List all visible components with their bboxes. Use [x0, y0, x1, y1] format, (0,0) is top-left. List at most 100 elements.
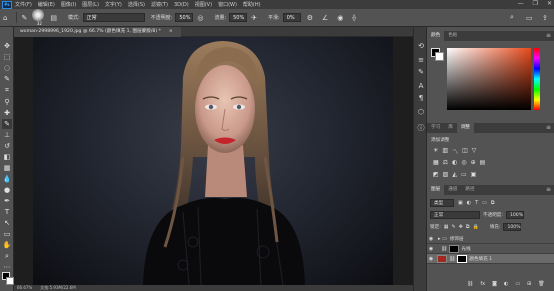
history-panel-icon[interactable]: ⟲ — [416, 41, 426, 51]
crop-tool-icon[interactable]: ⌗ — [2, 85, 12, 95]
flow-input[interactable]: 50% — [229, 13, 248, 22]
canvas-area[interactable] — [14, 37, 413, 285]
curves-icon[interactable]: 〽 — [452, 147, 458, 156]
brush-settings-icon[interactable]: ▤ — [50, 14, 57, 22]
marquee-tool-icon[interactable]: ⬚ — [2, 52, 12, 62]
visibility-eye-icon[interactable]: ◉ — [427, 256, 435, 262]
menu-layer[interactable]: 图层(L) — [82, 1, 99, 8]
airbrush-icon[interactable]: ✈ — [251, 14, 257, 22]
panel-menu-icon[interactable]: ≡ — [546, 185, 551, 195]
fill-input[interactable]: 100% — [503, 223, 522, 231]
new-group-icon[interactable]: ▭ — [515, 281, 520, 287]
hue-slider[interactable] — [534, 48, 540, 110]
mode-select[interactable]: 正常 — [82, 13, 145, 22]
brush-settings-panel-icon[interactable]: ✎ — [416, 67, 426, 77]
color-balance-icon[interactable]: ⚖ — [443, 159, 448, 166]
search-icon[interactable]: ⌕ — [510, 13, 514, 22]
tab-adjustments[interactable]: 调整 — [456, 123, 475, 133]
tab-channels[interactable]: 通道 — [444, 185, 461, 195]
minimize-button[interactable]: — — [518, 0, 524, 7]
brush-tool-icon[interactable]: ✎ — [2, 119, 12, 129]
pressure-opacity-icon[interactable]: ◎ — [197, 14, 203, 22]
close-document-icon[interactable]: × — [169, 27, 173, 37]
opacity-input[interactable]: 50% — [175, 13, 194, 22]
lock-transparent-icon[interactable]: ▦ — [444, 224, 449, 230]
panel-menu-icon[interactable]: ≡ — [546, 31, 551, 41]
history-brush-tool-icon[interactable]: ↺ — [2, 141, 12, 151]
blur-tool-icon[interactable]: 💧 — [2, 174, 12, 184]
invert-icon[interactable]: ◩ — [433, 171, 439, 178]
menu-3d[interactable]: 3D(D) — [174, 2, 189, 8]
menu-edit[interactable]: 编辑(E) — [38, 1, 55, 8]
lock-all-icon[interactable]: 🔒 — [472, 224, 478, 230]
filter-smart-icon[interactable]: ⧉ — [491, 200, 495, 206]
brush-tool-icon[interactable]: ✎ — [21, 14, 27, 22]
tab-paths[interactable]: 路径 — [461, 185, 478, 195]
lock-position-icon[interactable]: ✥ — [459, 224, 463, 230]
new-adjustment-icon[interactable]: ◐ — [504, 281, 508, 287]
document-tab[interactable]: woman-2998996_1920.jpg @ 66.7% (颜色填充 1, … — [14, 27, 181, 37]
color-picker-field[interactable] — [447, 48, 531, 110]
healing-tool-icon[interactable]: ✚ — [2, 108, 12, 118]
levels-icon[interactable]: ▥ — [442, 147, 448, 156]
menu-select[interactable]: 选择(S) — [128, 1, 145, 8]
tab-color[interactable]: 颜色 — [427, 31, 445, 41]
layer-row-light[interactable]: ◉ ⛓ 光线 — [427, 244, 554, 254]
blend-mode-select[interactable]: 正常 — [430, 211, 480, 219]
eraser-tool-icon[interactable]: ◧ — [2, 152, 12, 162]
visibility-eye-icon[interactable]: ◉ — [427, 236, 435, 242]
add-mask-icon[interactable]: ◙ — [492, 281, 497, 287]
quick-select-tool-icon[interactable]: ✎ — [2, 74, 12, 84]
channel-mixer-icon[interactable]: ⊕ — [471, 159, 476, 166]
tab-swatches[interactable]: 色板 — [444, 31, 461, 41]
hand-tool-icon[interactable]: ✋ — [2, 240, 12, 250]
layer-row-group[interactable]: ◉ ▸ ▭ 修饰层 — [427, 234, 554, 244]
layer-mask-thumbnail[interactable] — [457, 254, 468, 263]
type-tool-icon[interactable]: T — [2, 207, 12, 217]
move-tool-icon[interactable]: ✥ — [2, 41, 12, 51]
symmetry-icon[interactable]: ⟠ — [352, 14, 355, 22]
exposure-icon[interactable]: ◫ — [462, 147, 468, 156]
gradient-tool-icon[interactable]: ▦ — [2, 163, 12, 173]
menu-help[interactable]: 帮助(H) — [243, 1, 261, 8]
canvas-image[interactable] — [33, 37, 393, 285]
menu-type[interactable]: 文字(Y) — [105, 1, 122, 8]
menu-filter[interactable]: 滤镜(T) — [151, 1, 168, 8]
eyedropper-tool-icon[interactable]: ⚲ — [2, 97, 12, 107]
properties-panel-icon[interactable]: ≡ — [416, 55, 426, 65]
close-window-button[interactable]: ✕ — [547, 0, 552, 7]
clone-stamp-tool-icon[interactable]: ⊥ — [2, 130, 12, 140]
layer-row-color-fill[interactable]: ◉ ⛓ 颜色填充 1 — [427, 254, 554, 264]
layer-style-icon[interactable]: fx — [480, 281, 485, 287]
filter-pixel-icon[interactable]: ▣ — [458, 200, 463, 206]
workspace-icon[interactable]: ▭ — [526, 14, 533, 22]
home-icon[interactable]: ⌂ — [3, 14, 7, 22]
new-layer-icon[interactable]: ⊞ — [527, 281, 531, 287]
visibility-eye-icon[interactable]: ◉ — [427, 246, 435, 252]
lasso-tool-icon[interactable]: ◌ — [2, 63, 12, 73]
brush-preset-picker[interactable] — [32, 9, 45, 21]
maximize-button[interactable]: ❐ — [533, 0, 538, 7]
tab-layers[interactable]: 图层 — [427, 185, 445, 195]
photo-filter-icon[interactable]: ◎ — [461, 159, 466, 166]
gradient-map-icon[interactable]: ▭ — [461, 171, 467, 178]
filter-adjust-icon[interactable]: ◐ — [467, 200, 471, 206]
panel-menu-icon[interactable]: ≡ — [546, 123, 551, 133]
info-panel-icon[interactable]: ⓘ — [416, 123, 426, 133]
layer-kind-filter[interactable]: 类型 — [430, 199, 454, 207]
menu-image[interactable]: 图像(I) — [61, 1, 76, 8]
menu-window[interactable]: 窗口(W) — [218, 1, 237, 8]
filter-type-icon[interactable]: T — [475, 200, 478, 206]
smoothing-options-icon[interactable]: ⚙ — [307, 14, 313, 22]
color-lookup-icon[interactable]: ▤ — [480, 159, 486, 166]
angle-icon[interactable]: ∠ — [322, 14, 328, 22]
dodge-tool-icon[interactable]: ● — [2, 185, 12, 195]
pressure-size-icon[interactable]: ◉ — [337, 14, 343, 22]
tab-libraries[interactable]: 库 — [444, 123, 457, 133]
threshold-icon[interactable]: ◭ — [452, 171, 457, 178]
tab-learn[interactable]: 学习 — [427, 123, 444, 133]
link-layers-icon[interactable]: ⛓ — [467, 281, 473, 287]
shape-tool-icon[interactable]: ▭ — [2, 229, 12, 239]
black-white-icon[interactable]: ◐ — [452, 159, 457, 166]
lock-image-icon[interactable]: ✎ — [451, 224, 455, 230]
